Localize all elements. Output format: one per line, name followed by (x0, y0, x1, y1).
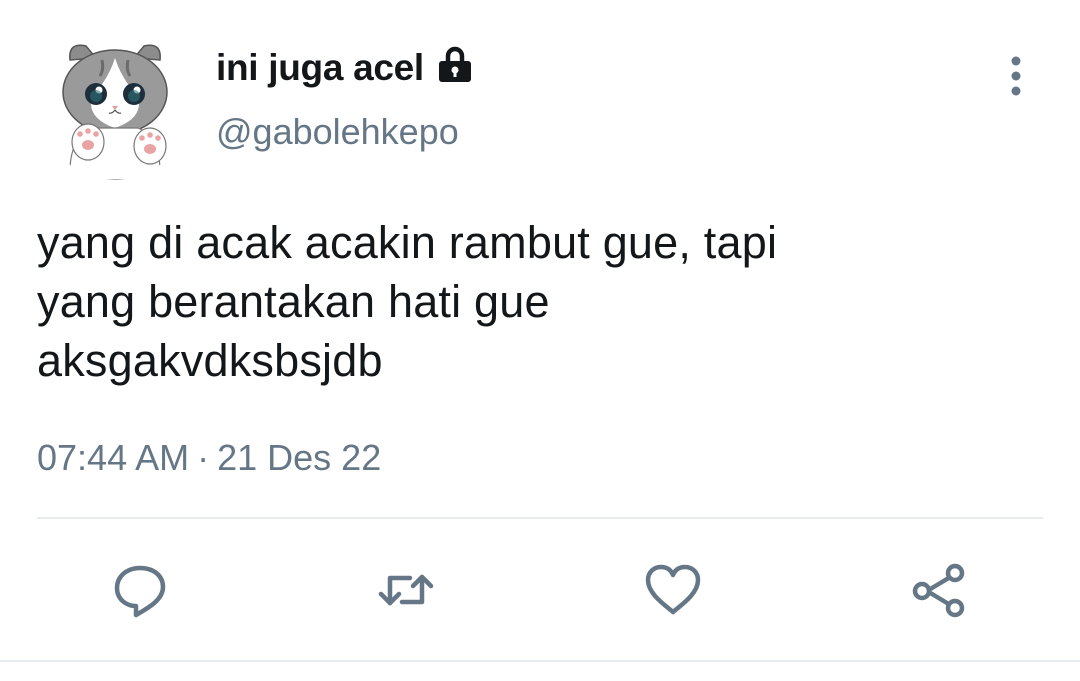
tweet-text: yang di acak acakin rambut gue, tapi yan… (37, 213, 1037, 390)
tweet-timestamp: 07:44 AM · 21 Des 22 (37, 437, 381, 479)
lock-icon (438, 46, 471, 82)
more-options-button[interactable] (996, 52, 1036, 100)
avatar[interactable] (40, 30, 190, 180)
share-icon (912, 563, 965, 618)
author-handle[interactable]: @gabolehkepo (216, 111, 459, 153)
display-name[interactable]: ini juga acel (216, 47, 424, 89)
bottom-divider (0, 660, 1080, 662)
like-button[interactable] (641, 558, 705, 622)
cat-avatar-image (62, 44, 168, 180)
tweet-time: 07:44 AM (37, 437, 190, 478)
divider (37, 517, 1043, 519)
retweet-icon (378, 574, 434, 606)
tweet-text-line: yang berantakan hati gue (37, 276, 550, 327)
share-button[interactable] (907, 558, 971, 622)
meta-separator: · (197, 437, 210, 478)
author-name-row: ini juga acel (216, 44, 476, 92)
tweet-date: 21 Des 22 (217, 437, 382, 478)
reply-icon (114, 565, 166, 618)
retweet-button[interactable] (374, 558, 438, 622)
reply-button[interactable] (108, 558, 172, 622)
more-vertical-icon (1011, 56, 1021, 96)
tweet-text-line: aksgakvdksbsjdb (37, 335, 383, 386)
tweet-text-line: yang di acak acakin rambut gue, tapi (37, 217, 778, 268)
heart-icon (645, 564, 701, 615)
